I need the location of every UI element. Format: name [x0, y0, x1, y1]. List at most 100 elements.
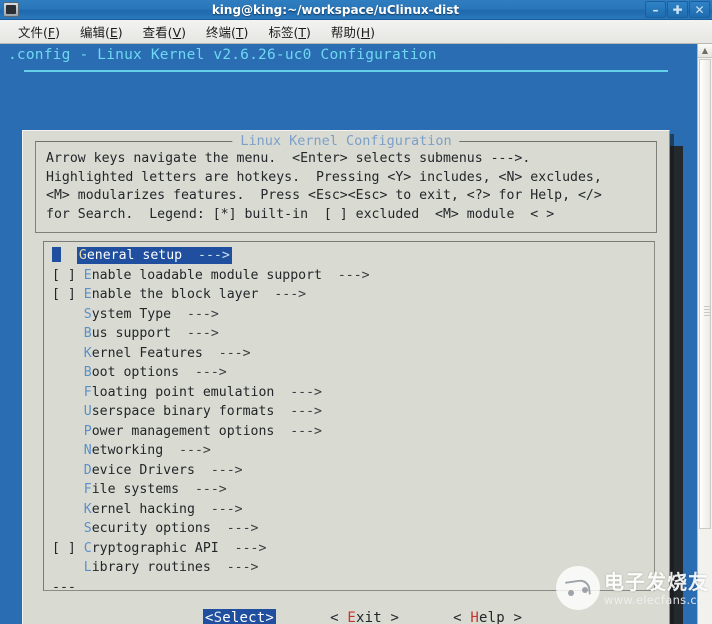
- menu-row[interactable]: Security options --->: [52, 519, 650, 539]
- row-flag: [52, 560, 84, 575]
- row-submenu-arrow-icon: --->: [194, 501, 243, 517]
- menu-view-post: ): [181, 25, 187, 40]
- menu-row[interactable]: Library routines --->: [52, 558, 650, 578]
- menu-row[interactable]: Userspace binary formats --->: [52, 402, 650, 422]
- row-hotkey: D: [83, 462, 92, 478]
- row-submenu-arrow-icon: --->: [171, 306, 219, 322]
- menu-row[interactable]: Kernel hacking --->: [52, 500, 650, 520]
- menu-row[interactable]: Networking --->: [52, 441, 650, 461]
- menu-view[interactable]: 查看(V): [133, 20, 196, 43]
- row-flag: [ ]: [52, 540, 84, 556]
- row-label: serspace binary formats: [91, 404, 275, 419]
- row-hotkey: K: [83, 501, 92, 517]
- window-title: king@king:~/workspace/uClinux-dist: [211, 2, 460, 17]
- menu-help-post: ): [370, 25, 376, 40]
- row-hotkey: B: [83, 326, 92, 341]
- menu-file-hotkey: F: [47, 25, 56, 40]
- terminal-icon: [3, 2, 19, 17]
- menu-row[interactable]: [ ] Enable loadable module support --->: [52, 266, 650, 286]
- row-hotkey: E: [83, 267, 92, 283]
- menu-terminal-hotkey: T: [235, 25, 244, 40]
- select-button-hotkey: S: [213, 610, 223, 624]
- menu-terminal[interactable]: 终端(T): [196, 20, 258, 43]
- row-label: eneral setup: [86, 248, 183, 263]
- minimize-icon[interactable]: –: [645, 1, 666, 18]
- menu-view-pre: 查看(: [142, 25, 173, 40]
- row-submenu-arrow-icon: --->: [258, 287, 307, 302]
- row-submenu-arrow-icon: --->: [210, 521, 259, 536]
- menu-tabs-pre: 标签(: [268, 25, 299, 40]
- row-hotkey: K: [83, 345, 92, 361]
- close-icon[interactable]: ✕: [689, 1, 710, 18]
- row-label: nable the block layer: [91, 287, 259, 302]
- row-flag: [52, 443, 84, 458]
- scrollbar-thumb[interactable]: [699, 59, 711, 529]
- exit-button[interactable]: < Exit >: [330, 610, 399, 624]
- row-label: ernel hacking: [91, 501, 195, 517]
- menu-row[interactable]: Floating point emulation --->: [52, 383, 650, 403]
- help-button-post: elp >: [479, 610, 523, 624]
- menu-terminal-post: ): [243, 25, 249, 40]
- row-hotkey: P: [83, 423, 92, 439]
- exit-button-post: xit >: [355, 610, 400, 624]
- menu-row[interactable]: Boot options --->: [52, 363, 650, 383]
- row-flag: [ ]: [52, 287, 84, 302]
- row-flag: [ ]: [52, 267, 84, 283]
- row-hotkey: F: [83, 482, 92, 497]
- row-submenu-arrow-icon: --->: [274, 423, 322, 439]
- menu-file[interactable]: 文件(F): [8, 20, 70, 43]
- menu-edit-hotkey: E: [109, 25, 118, 40]
- row-hotkey: U: [83, 404, 92, 419]
- exit-button-pre: <: [330, 610, 348, 624]
- row-hotkey: G: [78, 248, 87, 263]
- row-label: loating point emulation: [91, 384, 275, 400]
- menu-list: General setup --->[ ] Enable loadable mo…: [52, 246, 650, 591]
- menu-row[interactable]: Device Drivers --->: [52, 461, 650, 481]
- menu-row[interactable]: System Type --->: [52, 305, 650, 325]
- menu-row[interactable]: Power management options --->: [52, 422, 650, 442]
- menu-tabs[interactable]: 标签(T): [258, 20, 320, 43]
- menu-row[interactable]: General setup --->: [52, 246, 650, 266]
- row-flag: [52, 482, 84, 497]
- terminal-scrollbar[interactable]: ▲: [697, 44, 712, 624]
- menu-row[interactable]: [ ] Cryptographic API --->: [52, 539, 650, 559]
- menu-row[interactable]: [ ] Enable the block layer --->: [52, 285, 650, 305]
- menu-terminal-pre: 终端(: [206, 25, 236, 40]
- select-button-pre: <: [205, 610, 214, 624]
- menu-help[interactable]: 帮助(H): [321, 20, 385, 43]
- menu-edit-pre: 编辑(: [79, 25, 110, 40]
- row-flag: [52, 365, 84, 380]
- row-flag: [52, 346, 84, 361]
- window-controls: – ✚ ✕: [645, 1, 710, 18]
- menu-row[interactable]: Kernel Features --->: [52, 344, 650, 364]
- terminal-content: .config - Linux Kernel v2.6.26-uc0 Confi…: [0, 44, 697, 624]
- row-hotkey: S: [83, 521, 92, 536]
- menubar: 文件(F) 编辑(E) 查看(V) 终端(T) 标签(T) 帮助(H): [0, 20, 712, 44]
- select-button[interactable]: <Select>: [203, 609, 277, 624]
- menu-row[interactable]: Bus support --->: [52, 324, 650, 344]
- menu-row[interactable]: File systems --->: [52, 480, 650, 500]
- row-label: oot options: [91, 365, 180, 380]
- menu-edit[interactable]: 编辑(E): [70, 20, 133, 43]
- row-submenu-arrow-icon: --->: [179, 365, 227, 380]
- row-submenu-arrow-icon: --->: [194, 462, 243, 478]
- selection-cursor-icon: [52, 247, 61, 262]
- row-flag: [52, 424, 84, 439]
- row-hotkey: L: [83, 560, 92, 575]
- row-label: ecurity options: [91, 521, 211, 536]
- row-label: nable loadable module support: [91, 267, 322, 283]
- help-button[interactable]: < Help >: [453, 610, 522, 624]
- menu-file-post: ): [55, 25, 60, 40]
- menu-row[interactable]: ---: [52, 578, 650, 591]
- row-submenu-arrow-icon: --->: [179, 482, 227, 497]
- dialog-legend: Linux Kernel Configuration: [232, 133, 460, 149]
- row-gap: [61, 248, 77, 263]
- menu-help-hotkey: H: [360, 25, 371, 40]
- scroll-up-icon[interactable]: ▲: [698, 44, 712, 58]
- menu-list-box[interactable]: General setup --->[ ] Enable loadable mo…: [43, 241, 655, 591]
- row-label: us support: [91, 326, 172, 341]
- help-button-hotkey: H: [470, 610, 480, 624]
- row-label: ernel Features: [91, 345, 203, 361]
- maximize-icon[interactable]: ✚: [667, 1, 688, 18]
- row-flag: [52, 385, 84, 400]
